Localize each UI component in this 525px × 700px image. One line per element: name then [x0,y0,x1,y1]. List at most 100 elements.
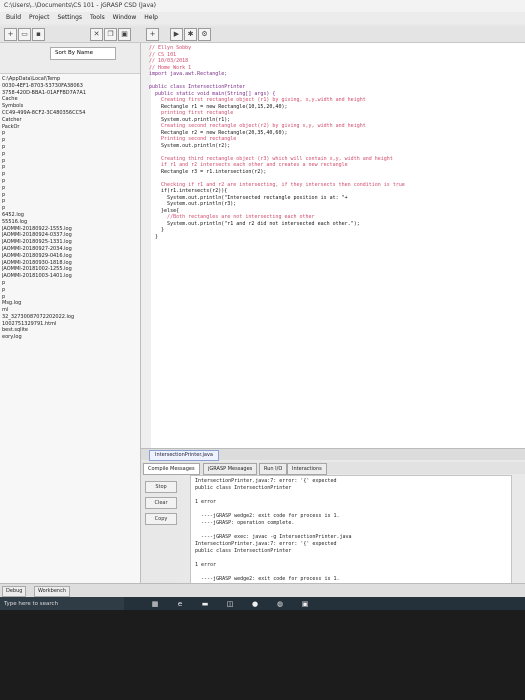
file-list-item[interactable]: JAOMMI-20180922-1555.log [2,226,140,233]
file-list-item[interactable]: ml [2,307,140,314]
menu-tools[interactable]: Tools [90,14,105,21]
file-browser: Sort By Name C:\AppData\Local\Temp 0030-4… [0,43,141,583]
code-line[interactable]: } [149,234,405,241]
cut-icon[interactable]: ✕ [90,28,103,41]
editor-tab-bar: IntersectionPrinter.java [141,448,525,461]
copy-button[interactable]: Copy [145,513,177,525]
message-line: 1 error [195,499,217,505]
bottom-tabs: Debug Workbench [0,583,525,598]
file-list-item[interactable]: p [2,178,140,185]
file-list-item[interactable]: 55516.log [2,219,140,226]
file-list-item[interactable]: best.sqlite [2,327,140,334]
sort-select[interactable]: Sort By Name [50,47,116,60]
desktop-screen: C:\Users\..\Documents\CS 101 - jGRASP CS… [0,0,525,610]
menu-help[interactable]: Help [144,14,158,21]
file-list-item[interactable]: JAOMMI-20181003-1401.log [2,273,140,280]
debug-icon[interactable]: ✱ [184,28,197,41]
taskbar-search[interactable]: Type here to search [0,597,124,610]
message-line: 1 error [195,562,217,568]
code-editor[interactable]: // Ellyn Sobby// CS 101// 10/03/2018// H… [141,43,525,448]
menu-project[interactable]: Project [29,14,50,21]
file-list-item[interactable]: 6452.log [2,212,140,219]
file-list-item[interactable]: p [2,280,140,287]
file-list-item[interactable]: 3758-420D-BBA1-01AFFBD7A7A1 [2,90,140,97]
stop-button[interactable]: Stop [145,481,177,493]
tab-compile-messages[interactable]: Compile Messages [143,463,200,475]
file-list-item[interactable]: p [2,158,140,165]
file-list-item[interactable]: p [2,171,140,178]
file-list-item[interactable]: p [2,192,140,199]
message-line: ----jGRASP wedge2: exit code for process… [195,513,340,519]
clear-button[interactable]: Clear [145,497,177,509]
file-list-item[interactable]: p [2,205,140,212]
file-list-item[interactable]: JAOMMI-20180927-2034.log [2,246,140,253]
message-line: ----jGRASP wedge2: exit code for process… [195,576,340,582]
file-list-item[interactable]: eory.log [2,334,140,341]
menu-bar: Build Project Settings Tools Window Help [0,12,525,24]
message-line [195,569,511,576]
file-list-item[interactable]: 32_32730087072202022.log [2,314,140,321]
tab-workbench[interactable]: Workbench [34,586,70,597]
tab-interactions[interactable]: Interactions [287,463,327,475]
file-list-item[interactable]: 0030-4EF1-8703-53730FA38063 [2,83,140,90]
message-line: IntersectionPrinter.java:7: error: '{' e… [195,478,337,484]
toolbar: + ▭ ▪ ✕ ❐ ▣ + ▶ ✱ ⚙ [0,26,525,43]
file-list-item[interactable]: p [2,151,140,158]
paste-icon[interactable]: ▣ [118,28,131,41]
file-list-item[interactable]: p [2,164,140,171]
folder-icon[interactable]: ▬ [200,599,210,609]
file-list-item[interactable]: p [2,144,140,151]
file-list-item[interactable]: p [2,287,140,294]
file-list-item[interactable]: JAOMMI-20180924-0337.log [2,232,140,239]
message-line: public class IntersectionPrinter [195,485,292,491]
task-view-icon[interactable]: ▦ [150,599,160,609]
run-icon[interactable]: ▶ [170,28,183,41]
file-list-item[interactable]: p [2,130,140,137]
message-line: ----jGRASP: operation complete. [195,520,295,526]
edge-icon[interactable]: e [175,599,185,609]
file-list-item[interactable]: JAOMMI-20180930-1818.log [2,260,140,267]
new-file-icon[interactable]: + [4,28,17,41]
file-list-item[interactable]: C:\AppData\Local\Temp [2,76,140,83]
compile-icon[interactable]: + [146,28,159,41]
file-list-item[interactable]: CC49-499A-8CF2-3C480356CC54 [2,110,140,117]
message-line [195,506,511,513]
file-list-item[interactable]: Catcher [2,117,140,124]
file-list-item[interactable]: Symbols [2,103,140,110]
source-code[interactable]: // Ellyn Sobby// CS 101// 10/03/2018// H… [149,45,405,240]
store-icon[interactable]: ◫ [225,599,235,609]
copy-icon[interactable]: ❐ [104,28,117,41]
message-line [195,527,511,534]
menu-build[interactable]: Build [6,14,21,21]
tab-run-io[interactable]: Run I/O [259,463,288,475]
file-list-item[interactable]: JAOMMI-20180929-0416.log [2,253,140,260]
file-list-item[interactable]: p [2,185,140,192]
tab-debug[interactable]: Debug [2,586,27,597]
menu-window[interactable]: Window [113,14,137,21]
jgrasp-icon[interactable]: ▣ [300,599,310,609]
file-list-item[interactable]: 1002751329791.html [2,321,140,328]
menu-settings[interactable]: Settings [57,14,82,21]
file-list-item[interactable]: Msg.log [2,300,140,307]
file-list-item[interactable]: p [2,137,140,144]
file-list-item[interactable]: JAOMMI-20180925-1331.log [2,239,140,246]
message-line: IntersectionPrinter.java:7: error: '{' e… [195,541,337,547]
file-list-item[interactable]: JAOMMI-20181002-1255.log [2,266,140,273]
message-line: ----jGRASP exec: javac -g IntersectionPr… [195,534,352,540]
tab-intersectionprinter[interactable]: IntersectionPrinter.java [149,450,219,461]
message-buttons: Stop Clear Copy [141,475,183,583]
chrome-icon[interactable]: ◍ [275,599,285,609]
compile-output: IntersectionPrinter.java:7: error: '{' e… [191,476,511,590]
message-line [195,492,511,499]
title-path: C:\Users\..\Documents\CS 101 - jGRASP CS… [4,2,157,9]
file-list-item[interactable]: Cache [2,96,140,103]
file-list-item[interactable]: p [2,294,140,301]
app-icon[interactable]: ● [250,599,260,609]
save-icon[interactable]: ▪ [32,28,45,41]
file-list-item[interactable]: PackOr [2,124,140,131]
settings-icon[interactable]: ⚙ [198,28,211,41]
open-file-icon[interactable]: ▭ [18,28,31,41]
tab-jgrasp-messages[interactable]: jGRASP Messages [203,463,258,475]
taskbar: Type here to search ▦ e ▬ ◫ ● ◍ ▣ [0,597,525,610]
file-list-item[interactable]: p [2,198,140,205]
